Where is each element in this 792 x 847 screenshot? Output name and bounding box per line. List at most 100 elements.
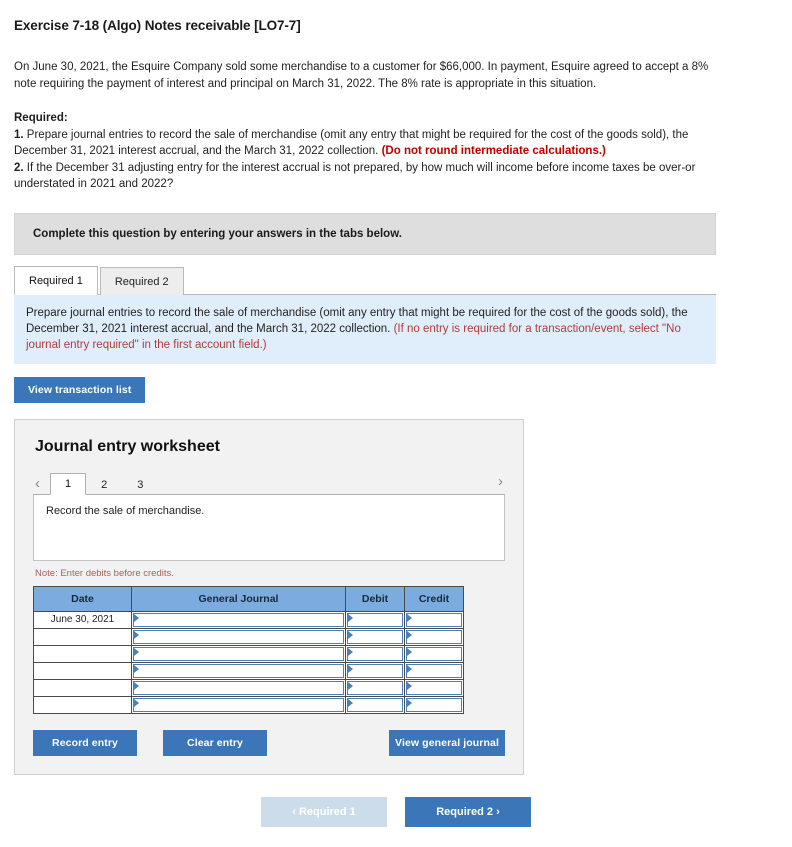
table-row [33, 678, 464, 697]
pagination-page-2[interactable]: 2 [86, 474, 122, 495]
credit-input-5[interactable] [406, 680, 462, 695]
cell-debit[interactable] [345, 610, 405, 629]
chevron-right-icon: › [496, 805, 500, 818]
column-header-credit: Credit [404, 585, 464, 612]
date-value-4 [34, 663, 131, 679]
required-label: Required: [14, 112, 68, 124]
cell-general-journal[interactable] [131, 627, 346, 646]
cell-general-journal[interactable] [131, 661, 346, 680]
account-select-1[interactable] [133, 612, 344, 627]
date-value-6 [34, 697, 131, 713]
journal-entry-table: Date General Journal Debit Credit June 3… [33, 585, 464, 714]
view-transaction-list-button[interactable]: View transaction list [14, 376, 146, 403]
worksheet-title: Journal entry worksheet [35, 437, 220, 455]
cell-date[interactable] [33, 627, 132, 646]
cell-general-journal[interactable] [131, 644, 346, 663]
view-general-journal-button[interactable]: View general journal [389, 729, 505, 756]
problem-statement: On June 30, 2021, the Esquire Company so… [14, 61, 709, 90]
date-value-3 [34, 646, 131, 662]
column-header-general-journal: General Journal [131, 585, 346, 612]
record-entry-button[interactable]: Record entry [33, 729, 137, 756]
credit-input-6[interactable] [406, 697, 462, 712]
account-select-6[interactable] [133, 697, 344, 712]
table-header-row: Date General Journal Debit Credit [33, 585, 464, 612]
cell-credit[interactable] [404, 610, 464, 629]
required-tabs: Required 1 Required 2 [14, 265, 716, 295]
debit-input-2[interactable] [347, 629, 403, 644]
cell-general-journal[interactable] [131, 678, 346, 697]
nav-required-2-button[interactable]: Required 2 › [405, 796, 531, 827]
debit-input-3[interactable] [347, 646, 403, 661]
table-row [33, 661, 464, 680]
requirement-2: 2. If the December 31 adjusting entry fo… [14, 160, 744, 193]
nav-required-1-label: Required 1 [298, 805, 356, 818]
bottom-navigation: ‹ Required 1 Required 2 › [14, 796, 778, 847]
date-value-2 [34, 629, 131, 645]
tab-required-1[interactable]: Required 1 [14, 265, 98, 295]
cell-date[interactable] [33, 695, 132, 714]
cell-date[interactable] [33, 678, 132, 697]
instructions-banner: Complete this question by entering your … [14, 212, 716, 255]
cell-credit[interactable] [404, 678, 464, 697]
required-section: Required: 1. Prepare journal entries to … [14, 110, 744, 193]
cell-date[interactable] [33, 644, 132, 663]
debit-input-6[interactable] [347, 697, 403, 712]
cell-general-journal[interactable] [131, 610, 346, 629]
credit-input-2[interactable] [406, 629, 462, 644]
date-value-5 [34, 680, 131, 696]
nav-required-2-label: Required 2 [436, 805, 494, 818]
cell-credit[interactable] [404, 695, 464, 714]
requirement-2-text: If the December 31 adjusting entry for t… [14, 161, 696, 191]
debits-before-credits-note: Note: Enter debits before credits. [35, 567, 174, 579]
pagination-prev-icon[interactable]: ‹ [33, 476, 50, 494]
credit-input-3[interactable] [406, 646, 462, 661]
worksheet-description-box: Record the sale of merchandise. [33, 494, 505, 561]
worksheet-description-text: Record the sale of merchandise. [46, 504, 205, 517]
column-header-debit: Debit [345, 585, 405, 612]
account-select-2[interactable] [133, 629, 344, 644]
pagination-page-1[interactable]: 1 [50, 472, 87, 495]
cell-debit[interactable] [345, 661, 405, 680]
table-row [33, 627, 464, 646]
debit-input-5[interactable] [347, 680, 403, 695]
cell-debit[interactable] [345, 678, 405, 697]
cell-debit[interactable] [345, 627, 405, 646]
debit-input-4[interactable] [347, 663, 403, 678]
cell-date[interactable]: June 30, 2021 [33, 610, 132, 629]
account-select-5[interactable] [133, 680, 344, 695]
column-header-date: Date [33, 585, 132, 612]
date-value-1: June 30, 2021 [50, 613, 115, 625]
cell-date[interactable] [33, 661, 132, 680]
worksheet-pagination: ‹ 1 2 3 › [33, 470, 505, 495]
table-row [33, 644, 464, 663]
requirement-1-number: 1. [14, 128, 24, 141]
cell-debit[interactable] [345, 695, 405, 714]
requirement-1: 1. Prepare journal entries to record the… [14, 127, 744, 160]
table-row [33, 695, 464, 714]
cell-credit[interactable] [404, 627, 464, 646]
account-select-3[interactable] [133, 646, 344, 661]
tab-required-2[interactable]: Required 2 [99, 266, 184, 295]
nav-required-1-button[interactable]: ‹ Required 1 [261, 796, 387, 827]
view-transaction-list-wrap: View transaction list [14, 376, 778, 403]
exercise-page: Exercise 7-18 (Algo) Notes receivable [L… [0, 0, 792, 847]
cell-debit[interactable] [345, 644, 405, 663]
table-row: June 30, 2021 [33, 610, 464, 629]
cell-general-journal[interactable] [131, 695, 346, 714]
cell-credit[interactable] [404, 644, 464, 663]
pagination-next-icon[interactable]: › [496, 474, 505, 492]
credit-input-1[interactable] [406, 612, 462, 627]
credit-input-4[interactable] [406, 663, 462, 678]
clear-entry-button[interactable]: Clear entry [163, 729, 267, 756]
requirement-2-number: 2. [14, 161, 24, 174]
tab-instruction-box: Prepare journal entries to record the sa… [14, 294, 716, 364]
journal-entry-worksheet-panel: Journal entry worksheet ‹ 1 2 3 › Record… [14, 418, 524, 775]
page-title: Exercise 7-18 (Algo) Notes receivable [L… [14, 18, 301, 33]
pagination-page-3[interactable]: 3 [122, 474, 158, 495]
account-select-4[interactable] [133, 663, 344, 678]
cell-credit[interactable] [404, 661, 464, 680]
worksheet-action-buttons: Record entry Clear entry View general jo… [33, 729, 505, 756]
chevron-left-icon: ‹ [292, 805, 296, 818]
requirement-1-emphasis: (Do not round intermediate calculations.… [381, 145, 606, 157]
debit-input-1[interactable] [347, 612, 403, 627]
